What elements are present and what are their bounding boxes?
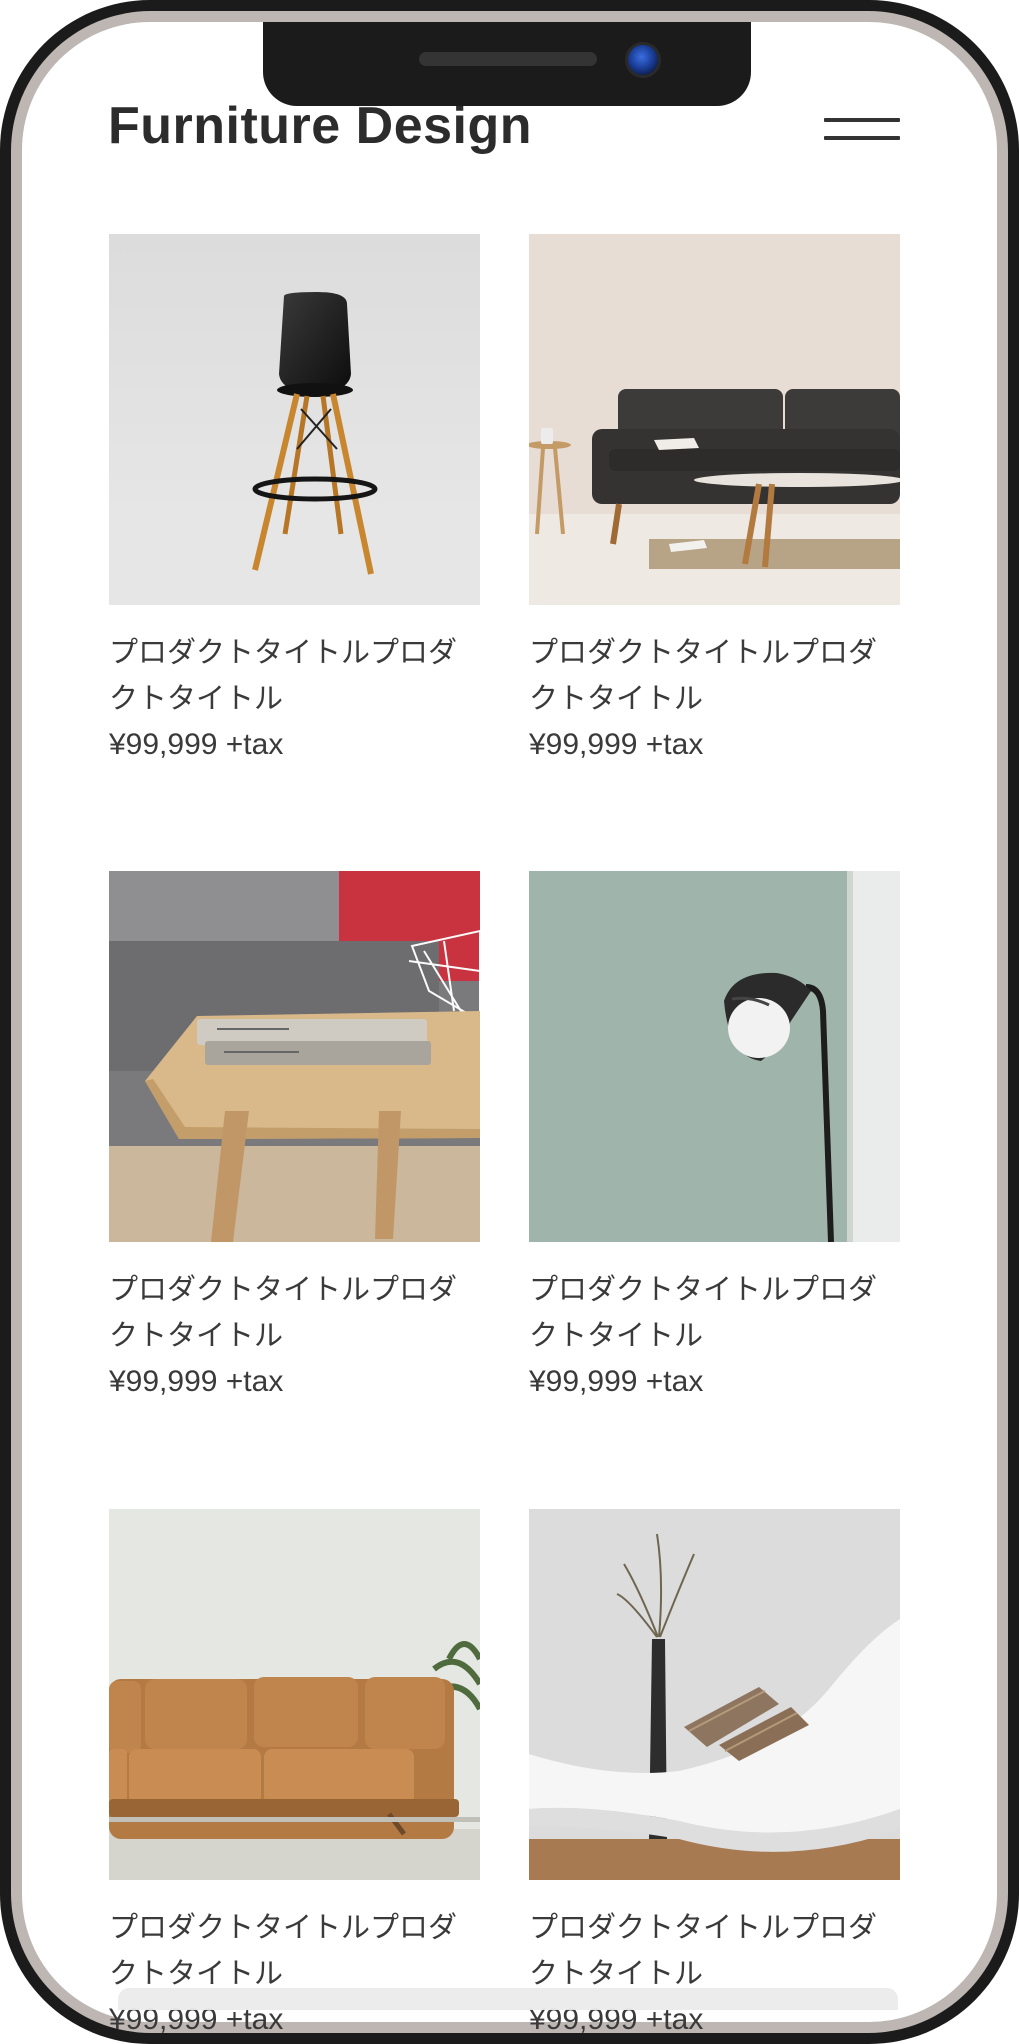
product-title[interactable]: プロダクトタイトルプロダクトタイトル — [529, 1266, 900, 1358]
product-card[interactable]: プロダクトタイトルプロダクトタイトル ¥99,999 +tax — [529, 871, 900, 1406]
product-price: ¥99,999 +tax — [109, 728, 284, 761]
product-title[interactable]: プロダクトタイトルプロダクトタイトル — [109, 1904, 480, 1996]
product-price: ¥99,999 +tax — [529, 728, 704, 761]
product-image-lounge-chair[interactable] — [529, 1509, 900, 1880]
product-image-sofa[interactable] — [529, 234, 900, 605]
speaker-grille — [419, 52, 597, 66]
product-title[interactable]: プロダクトタイトルプロダクトタイトル — [109, 629, 480, 721]
product-card[interactable]: プロダクトタイトルプロダクトタイトル ¥99,999 +tax — [529, 234, 900, 769]
menu-line-bottom — [824, 136, 900, 140]
product-price: ¥99,999 +tax — [529, 1365, 704, 1398]
product-card[interactable]: プロダクトタイトルプロダクトタイトル ¥99,999 +tax — [109, 234, 480, 769]
product-card[interactable]: プロダクトタイトルプロダクトタイトル ¥99,999 +tax — [109, 1509, 480, 2044]
product-title[interactable]: プロダクトタイトルプロダクトタイトル — [529, 1904, 900, 1996]
product-title[interactable]: プロダクトタイトルプロダクトタイトル — [109, 1266, 480, 1358]
product-image-lamp[interactable] — [529, 871, 900, 1242]
front-camera — [625, 42, 661, 78]
product-card[interactable]: プロダクトタイトルプロダクトタイトル ¥99,999 +tax — [529, 1509, 900, 2044]
home-indicator-bar — [118, 1988, 898, 2010]
notch — [263, 22, 751, 106]
product-image-leather-sofa[interactable] — [109, 1509, 480, 1880]
product-price: ¥99,999 +tax — [109, 1365, 284, 1398]
product-image-table[interactable] — [109, 871, 480, 1242]
product-title[interactable]: プロダクトタイトルプロダクトタイトル — [529, 629, 900, 721]
hamburger-menu-icon[interactable] — [818, 112, 900, 144]
menu-line-top — [824, 118, 900, 122]
product-image-stool[interactable] — [109, 234, 480, 605]
product-card[interactable]: プロダクトタイトルプロダクトタイトル ¥99,999 +tax — [109, 871, 480, 1406]
